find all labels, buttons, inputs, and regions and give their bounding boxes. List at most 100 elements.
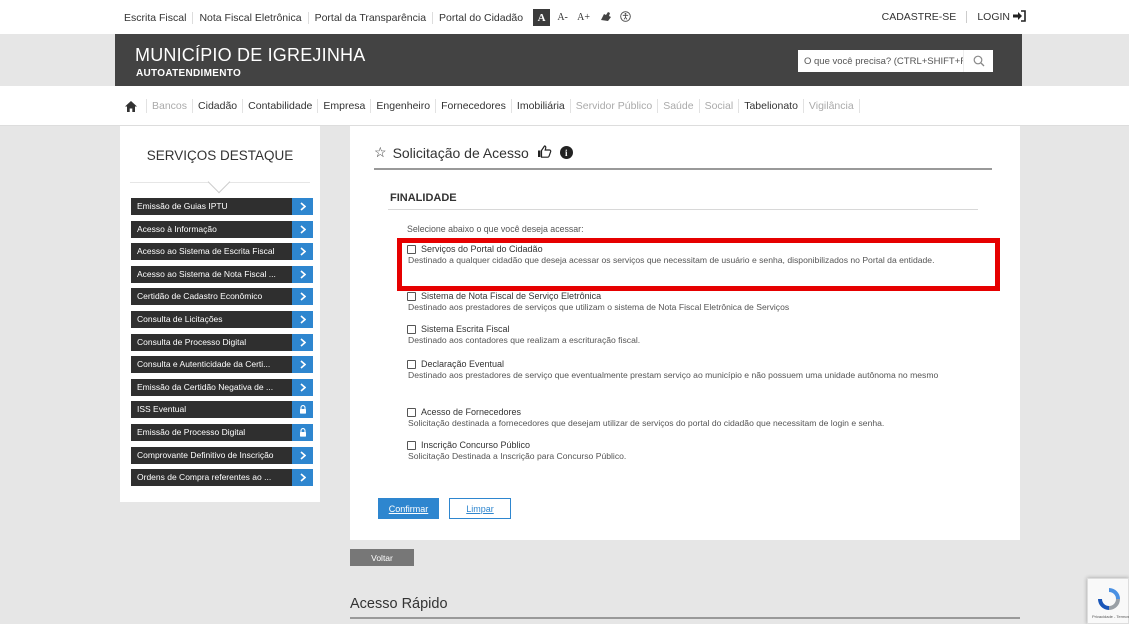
access-request-card: ☆ Solicitação de Acesso i FINALIDADE Sel…	[350, 126, 1020, 540]
top-right: CADASTRE-SE LOGIN	[882, 10, 1026, 23]
featured-service-item[interactable]: Certidão de Cadastro Econômico	[131, 288, 313, 306]
featured-service-label: Emissão de Guias IPTU	[137, 201, 228, 211]
top-links: Escrita Fiscal Nota Fiscal Eletrônica Po…	[120, 9, 635, 26]
featured-service-item[interactable]: Comprovante Definitivo de Inscrição	[131, 446, 313, 464]
featured-service-item[interactable]: Consulta e Autenticidade da Certi...	[131, 356, 313, 374]
chevron-right-icon	[292, 243, 313, 261]
register-link[interactable]: CADASTRE-SE	[882, 10, 968, 23]
search-input[interactable]	[798, 55, 968, 67]
nav-item-social[interactable]: Social	[698, 99, 739, 113]
lock-icon	[292, 423, 313, 441]
nav-item-saude[interactable]: Saúde	[657, 99, 698, 113]
confirm-button[interactable]: Confirmar	[378, 498, 439, 519]
option-title[interactable]: Inscrição Concurso Público	[421, 440, 530, 450]
site-title[interactable]: MUNICÍPIO DE IGREJINHA	[135, 45, 365, 66]
top-link-nota-fiscal[interactable]: Nota Fiscal Eletrônica	[192, 11, 307, 24]
featured-service-label: Certidão de Cadastro Econômico	[137, 291, 263, 302]
nav-item-tabelionato[interactable]: Tabelionato	[738, 99, 803, 113]
site-header: MUNICÍPIO DE IGREJINHA AUTOATENDIMENTO	[115, 34, 1022, 86]
nav-item-vigilancia[interactable]: Vigilância	[802, 99, 860, 113]
option-title[interactable]: Declaração Eventual	[421, 359, 504, 369]
featured-service-item[interactable]: Acesso à Informação	[131, 220, 313, 238]
chevron-right-icon	[292, 446, 313, 464]
featured-services-panel: SERVIÇOS DESTAQUE Emissão de Guias IPTU A…	[120, 126, 320, 502]
featured-services-title: SERVIÇOS DESTAQUE	[146, 148, 294, 163]
nav-item-bancos[interactable]: Bancos	[146, 99, 192, 113]
option-title[interactable]: Sistema de Nota Fiscal de Serviço Eletrô…	[421, 291, 601, 301]
featured-service-item[interactable]: Acesso ao Sistema de Nota Fiscal ...	[131, 265, 313, 283]
top-link-escrita-fiscal[interactable]: Escrita Fiscal	[120, 12, 192, 24]
option-title[interactable]: Sistema Escrita Fiscal	[421, 324, 510, 334]
access-option: Acesso de Fornecedores Solicitação destin…	[407, 407, 982, 429]
chevron-right-icon	[292, 333, 313, 351]
option-checkbox[interactable]	[407, 291, 416, 301]
thumbs-up-icon[interactable]	[537, 144, 552, 161]
nav-item-fornecedores[interactable]: Fornecedores	[435, 99, 511, 113]
nav-item-empresa[interactable]: Empresa	[317, 99, 370, 113]
chevron-right-icon	[292, 265, 313, 283]
featured-service-item[interactable]: ISS Eventual	[131, 401, 313, 419]
featured-service-item[interactable]: Emissão de Processo Digital	[131, 423, 313, 441]
featured-service-item[interactable]: Consulta de Licitações	[131, 310, 313, 328]
section-divider	[388, 209, 978, 210]
section-title: FINALIDADE	[390, 192, 457, 204]
font-size-controls: A A- A+	[533, 9, 596, 26]
page-heading: ☆ Solicitação de Acesso i	[374, 144, 573, 161]
back-button[interactable]: Voltar	[350, 549, 414, 566]
font-decrease-button[interactable]: A-	[554, 9, 571, 26]
search-button[interactable]	[963, 50, 993, 72]
featured-service-item[interactable]: Emissão da Certidão Negativa de ...	[131, 378, 313, 396]
option-title[interactable]: Acesso de Fornecedores	[421, 407, 521, 417]
featured-service-label: ISS Eventual	[137, 404, 187, 415]
login-icon	[1013, 10, 1026, 22]
featured-service-label: Acesso ao Sistema de Escrita Fiscal	[137, 246, 275, 257]
site-subtitle: AUTOATENDIMENTO	[136, 68, 242, 79]
font-normal-button[interactable]: A	[533, 9, 551, 26]
nav-item-engenheiro[interactable]: Engenheiro	[370, 99, 435, 113]
access-option: Inscrição Concurso Público Solicitação De…	[407, 440, 982, 462]
featured-service-label: Consulta de Processo Digital	[137, 336, 247, 347]
accessibility-icon[interactable]	[620, 10, 631, 25]
chevron-right-icon	[292, 469, 313, 487]
nav-item-imobiliaria[interactable]: Imobiliária	[510, 99, 570, 113]
featured-services-list: Emissão de Guias IPTU Acesso à Informação…	[131, 198, 313, 492]
featured-service-item[interactable]: Consulta de Processo Digital	[131, 333, 313, 351]
info-icon[interactable]: i	[559, 146, 573, 159]
featured-service-label: Emissão de Processo Digital	[137, 426, 246, 437]
quick-access-divider	[350, 617, 1020, 619]
quick-access-title: Acesso Rápido	[350, 596, 448, 612]
featured-service-item[interactable]: Emissão de Guias IPTU	[131, 198, 313, 215]
recaptcha-badge[interactable]: Privacidade - Termos	[1087, 578, 1129, 624]
option-description: Destinado aos prestadores de serviço que…	[408, 370, 939, 380]
heading-divider	[374, 168, 992, 170]
featured-service-item[interactable]: Acesso ao Sistema de Escrita Fiscal	[131, 243, 313, 261]
font-increase-button[interactable]: A+	[575, 9, 592, 26]
featured-service-label: Acesso ao Sistema de Nota Fiscal ...	[137, 268, 276, 279]
main-nav: Bancos Cidadão Contabilidade Empresa Engenhe…	[0, 86, 1129, 126]
title-notch	[207, 170, 231, 194]
form-buttons: Confirmar Limpar	[378, 498, 511, 519]
featured-service-item[interactable]: Ordens de Compra referentes ao ...	[131, 469, 313, 487]
sign-language-icon[interactable]	[600, 11, 612, 25]
option-checkbox[interactable]	[407, 407, 416, 417]
option-checkbox[interactable]	[407, 359, 416, 369]
featured-service-label: Comprovante Definitivo de Inscrição	[137, 449, 274, 460]
page-title: Solicitação de Acesso	[392, 144, 529, 161]
featured-service-label: Consulta de Licitações	[137, 313, 223, 324]
option-checkbox[interactable]	[407, 324, 416, 334]
highlight-box	[397, 238, 1000, 291]
option-description: Destinado aos prestadores de serviços qu…	[408, 302, 790, 312]
home-icon[interactable]	[118, 100, 146, 113]
option-checkbox[interactable]	[407, 440, 416, 450]
option-description: Solicitação destinada a fornecedores que…	[408, 418, 885, 428]
top-link-portal-cidadao[interactable]: Portal do Cidadão	[432, 11, 529, 24]
top-link-transparencia[interactable]: Portal da Transparência	[307, 11, 432, 24]
nav-item-servidor-publico[interactable]: Servidor Público	[569, 99, 657, 113]
nav-item-cidadao[interactable]: Cidadão	[192, 99, 242, 113]
clear-button[interactable]: Limpar	[449, 498, 511, 519]
login-link[interactable]: LOGIN	[967, 10, 1026, 23]
login-label: LOGIN	[977, 11, 1010, 23]
chevron-right-icon	[292, 288, 313, 306]
nav-item-contabilidade[interactable]: Contabilidade	[242, 99, 317, 113]
star-icon[interactable]: ☆	[374, 144, 387, 161]
